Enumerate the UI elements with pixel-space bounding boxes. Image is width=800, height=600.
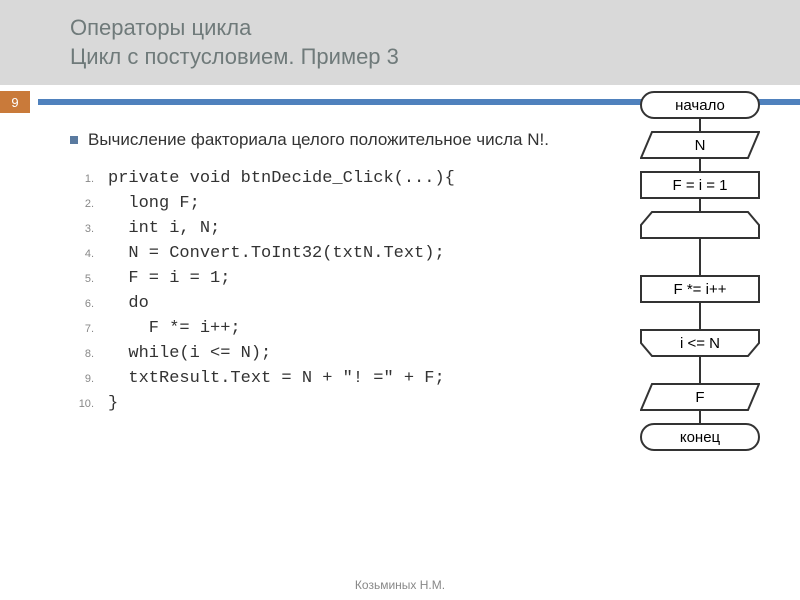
code-text: N = Convert.ToInt32(txtN.Text); <box>108 244 445 263</box>
fc-init: F = i = 1 <box>640 171 760 199</box>
code-text: txtResult.Text = N + "! =" + F; <box>108 369 445 388</box>
code-line: 6 do <box>70 294 610 313</box>
content-area: Вычисление факториала целого положительн… <box>0 113 800 451</box>
fc-loop-bottom: i <= N <box>640 329 760 357</box>
intro-text: Вычисление факториала целого положительн… <box>88 129 549 151</box>
line-number: 4 <box>70 248 94 260</box>
code-line: 7 F *= i++; <box>70 319 610 338</box>
line-number: 2 <box>70 198 94 210</box>
flowchart: начало N F = i = 1 F *= i++ i <= N <box>620 91 780 451</box>
code-line: 5 F = i = 1; <box>70 269 610 288</box>
fc-connector <box>699 239 701 275</box>
code-text: F = i = 1; <box>108 269 230 288</box>
code-listing: 1 private void btnDecide_Click(...){ 2 lon… <box>70 169 610 413</box>
fc-connector <box>699 357 701 383</box>
fc-end: конец <box>640 423 760 451</box>
code-line: 9 txtResult.Text = N + "! =" + F; <box>70 369 610 388</box>
line-number: 1 <box>70 173 94 185</box>
fc-connector <box>699 199 701 211</box>
bullet-icon <box>70 136 78 144</box>
code-line: 1 private void btnDecide_Click(...){ <box>70 169 610 188</box>
code-line: 8 while(i <= N); <box>70 344 610 363</box>
line-number: 8 <box>70 348 94 360</box>
line-number: 5 <box>70 273 94 285</box>
footer-author: Козьминых Н.М. <box>0 578 800 592</box>
code-line: 4 N = Convert.ToInt32(txtN.Text); <box>70 244 610 263</box>
fc-input: N <box>640 131 760 159</box>
flowchart-column: начало N F = i = 1 F *= i++ i <= N <box>620 91 780 451</box>
code-text: while(i <= N); <box>108 344 271 363</box>
code-text: int i, N; <box>108 219 220 238</box>
fc-connector <box>699 119 701 131</box>
slide-header: Операторы цикла Цикл c постусловием. При… <box>0 0 800 85</box>
slide-title: Операторы цикла Цикл c постусловием. При… <box>70 14 750 71</box>
intro-block: Вычисление факториала целого положительн… <box>70 129 610 151</box>
code-text: do <box>108 294 149 313</box>
code-text: } <box>108 394 118 413</box>
code-text: long F; <box>108 194 200 213</box>
title-line1: Операторы цикла <box>70 15 251 40</box>
fc-loop-top <box>640 211 760 239</box>
line-number: 10 <box>70 398 94 410</box>
code-line: 10} <box>70 394 610 413</box>
fc-output: F <box>640 383 760 411</box>
fc-connector <box>699 411 701 423</box>
fc-connector <box>699 159 701 171</box>
line-number: 3 <box>70 223 94 235</box>
fc-start: начало <box>640 91 760 119</box>
code-line: 3 int i, N; <box>70 219 610 238</box>
code-text: F *= i++; <box>108 319 241 338</box>
code-text: private void btnDecide_Click(...){ <box>108 169 455 188</box>
line-number: 6 <box>70 298 94 310</box>
fc-connector <box>699 303 701 329</box>
code-line: 2 long F; <box>70 194 610 213</box>
left-column: Вычисление факториала целого положительн… <box>70 129 620 451</box>
line-number: 7 <box>70 323 94 335</box>
line-number: 9 <box>70 373 94 385</box>
fc-loop-body: F *= i++ <box>640 275 760 303</box>
title-line2: Цикл c постусловием. Пример 3 <box>70 44 399 69</box>
page-number-badge: 9 <box>0 91 30 113</box>
